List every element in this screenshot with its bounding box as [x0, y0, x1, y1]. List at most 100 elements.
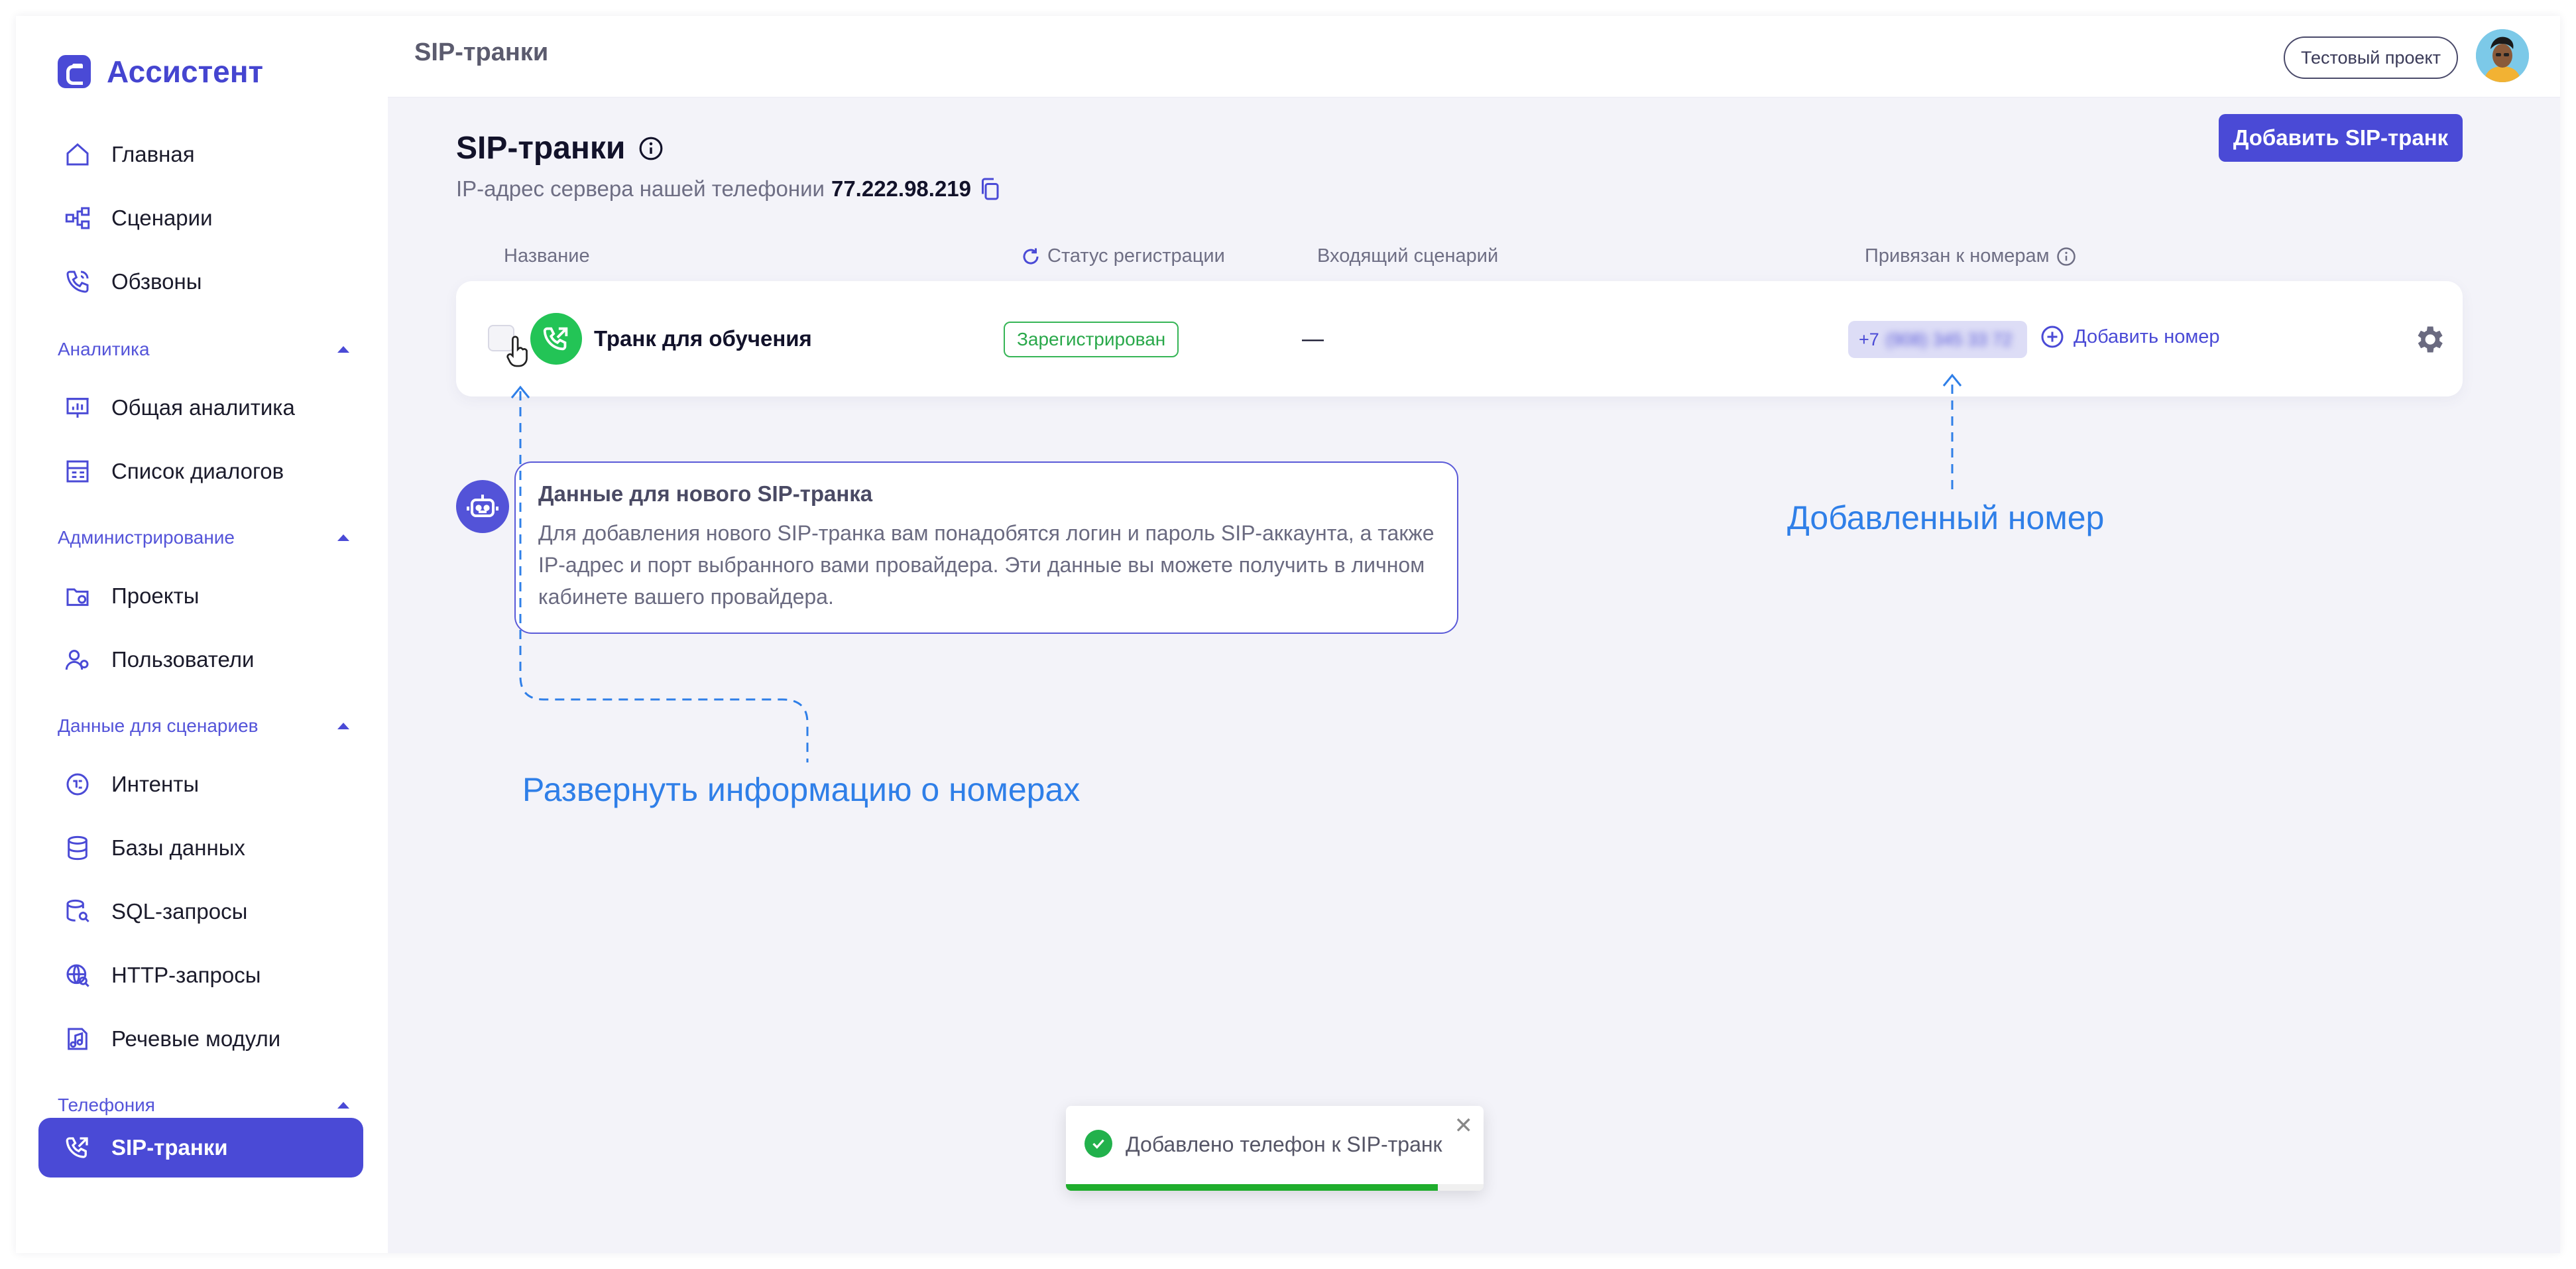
column-header-name[interactable]: Название [504, 245, 590, 267]
user-avatar-icon [2476, 29, 2529, 82]
home-icon [64, 141, 91, 168]
page-title-text: SIP-транки [456, 131, 626, 166]
hand-cursor-icon [506, 335, 528, 367]
hint-title: Данные для нового SIP-транка [538, 481, 873, 506]
trunk-name[interactable]: Транк для обучения [594, 326, 812, 351]
sidebar-group-admin[interactable]: Администрирование [58, 521, 349, 554]
sidebar-item-calls[interactable]: Обзвоны [38, 252, 363, 312]
sql-icon [64, 898, 91, 926]
sidebar-item-sql[interactable]: SQL-запросы [38, 882, 363, 941]
http-icon [64, 961, 91, 989]
sidebar-item-label: SIP-транки [111, 1135, 228, 1160]
toast-progress [1066, 1184, 1484, 1191]
add-sip-trunk-button[interactable]: Добавить SIP-транк [2219, 114, 2463, 162]
table-row[interactable]: Транк для обучения Зарегистрирован — +7 … [456, 281, 2463, 396]
bot-avatar-icon [456, 480, 509, 533]
group-label: Данные для сценариев [58, 715, 259, 736]
phone-number-hidden: (908) 345 33 72 [1885, 329, 2013, 349]
annotation-added-number: Добавленный номер [1787, 499, 2105, 536]
sidebar-item-speech[interactable]: Речевые модули [38, 1009, 363, 1069]
sidebar-item-home[interactable]: Главная [38, 125, 363, 184]
incoming-scenario-value: — [1302, 326, 1324, 351]
sidebar-group-scenario-data[interactable]: Данные для сценариев [58, 709, 349, 743]
sip-icon [64, 1134, 91, 1162]
sidebar-item-sip-trunks[interactable]: SIP-транки [38, 1118, 363, 1178]
column-header-label: Привязан к номерам [1865, 245, 2050, 267]
sidebar-item-label: Главная [111, 142, 195, 166]
sidebar-item-intents[interactable]: Интенты [38, 755, 363, 814]
close-icon[interactable]: ✕ [1454, 1113, 1474, 1139]
toast-progress-fill [1066, 1184, 1438, 1191]
sidebar-item-users[interactable]: Пользователи [38, 630, 363, 690]
column-header-scenario[interactable]: Входящий сценарий [1317, 245, 1498, 267]
chevron-up-icon [337, 1102, 349, 1109]
sidebar-item-label: Обзвоны [111, 269, 202, 294]
annotation-expand-info: Развернуть информацию о номерах [522, 771, 1081, 808]
sidebar-item-dialogs[interactable]: Список диалогов [38, 442, 363, 501]
ip-label: IP-адрес сервера нашей телефонии [456, 176, 825, 201]
sidebar-item-label: Интенты [111, 772, 200, 796]
sidebar-item-databases[interactable]: Базы данных [38, 818, 363, 878]
phone-prefix: +7 [1859, 329, 1879, 349]
add-number-label: Добавить номер [2074, 326, 2220, 347]
users-icon [64, 646, 91, 674]
brand-name: Ассистент [107, 54, 264, 89]
top-header: SIP-транки Тестовый проект [388, 16, 2560, 97]
sidebar: Ассистент Главная Сценарии Обзвоны Анали… [16, 16, 388, 1253]
status-badge: Зарегистрирован [1004, 322, 1179, 357]
sidebar-item-label: Список диалогов [111, 459, 284, 483]
database-icon [64, 834, 91, 862]
sidebar-item-projects[interactable]: Проекты [38, 566, 363, 626]
analytics-icon [64, 394, 91, 422]
hint-text: Для добавления нового SIP-транка вам пон… [538, 521, 1434, 609]
phone-number-chip[interactable]: +7 (908) 345 33 72 [1848, 321, 2027, 358]
group-label: Аналитика [58, 339, 150, 359]
sidebar-item-scenarios[interactable]: Сценарии [38, 188, 363, 248]
gear-icon[interactable] [2412, 322, 2446, 357]
scenarios-icon [64, 204, 91, 232]
sip-trunk-icon [530, 313, 582, 365]
sidebar-group-analytics[interactable]: Аналитика [58, 333, 349, 366]
sidebar-item-label: Речевые модули [111, 1026, 281, 1051]
avatar[interactable] [2476, 29, 2529, 82]
project-selector-button[interactable]: Тестовый проект [2284, 36, 2458, 79]
success-toast: Добавлено телефон к SIP-транк ✕ [1066, 1106, 1484, 1191]
sidebar-item-analytics[interactable]: Общая аналитика [38, 378, 363, 438]
dialogs-icon [64, 457, 91, 485]
sidebar-item-label: Сценарии [111, 206, 213, 230]
copy-icon[interactable] [978, 176, 1002, 202]
brand-logo-icon [58, 55, 91, 88]
column-header-label: Статус регистрации [1047, 245, 1225, 267]
speech-icon [64, 1025, 91, 1053]
check-circle-icon [1084, 1130, 1112, 1158]
sidebar-item-label: Пользователи [111, 647, 255, 672]
refresh-icon[interactable] [1021, 247, 1041, 267]
add-number-button[interactable]: Добавить номер [2040, 325, 2220, 349]
sidebar-item-label: HTTP-запросы [111, 963, 261, 987]
sidebar-item-label: Проекты [111, 583, 200, 608]
sidebar-item-label: SQL-запросы [111, 899, 248, 924]
sidebar-item-http[interactable]: HTTP-запросы [38, 945, 363, 1005]
sidebar-item-label: Базы данных [111, 835, 245, 860]
server-ip-line: IP-адрес сервера нашей телефонии 77.222.… [456, 176, 1002, 202]
projects-icon [64, 582, 91, 610]
header-title: SIP-транки [414, 38, 549, 66]
sidebar-group-telephony[interactable]: Телефония [58, 1089, 349, 1122]
app-window: Ассистент Главная Сценарии Обзвоны Анали… [16, 16, 2560, 1253]
group-label: Администрирование [58, 527, 235, 548]
info-icon[interactable] [638, 136, 664, 161]
sidebar-item-label: Общая аналитика [111, 395, 295, 420]
toast-message: Добавлено телефон к SIP-транк [1126, 1132, 1442, 1156]
group-label: Телефония [58, 1095, 155, 1115]
ip-value: 77.222.98.219 [831, 176, 972, 201]
brand[interactable]: Ассистент [58, 40, 263, 103]
column-header-numbers[interactable]: Привязан к номерам [1865, 245, 2076, 267]
column-header-status[interactable]: Статус регистрации [1021, 245, 1225, 267]
chevron-up-icon [337, 534, 349, 541]
info-icon[interactable] [2056, 247, 2076, 267]
hint-card: Данные для нового SIP-транка Для добавле… [514, 461, 1458, 634]
intents-icon [64, 770, 91, 798]
page-title: SIP-транки [456, 130, 664, 166]
chevron-up-icon [337, 723, 349, 729]
calls-icon [64, 268, 91, 296]
